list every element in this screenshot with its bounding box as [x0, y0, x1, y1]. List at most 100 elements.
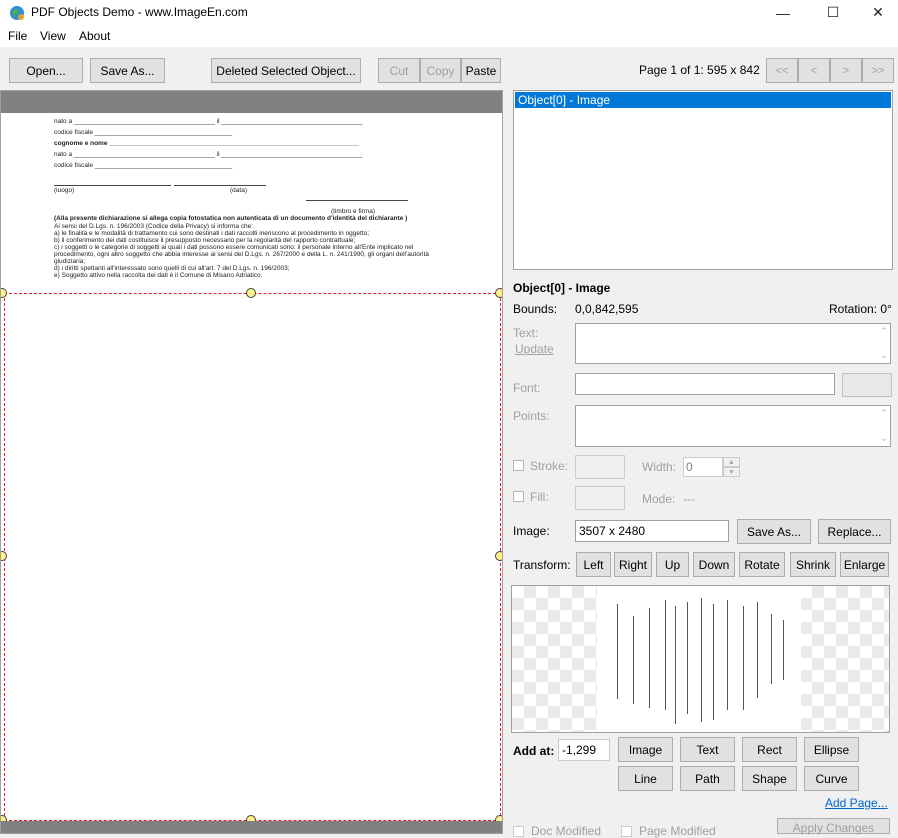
signature-line	[174, 185, 266, 186]
transform-enlarge-button[interactable]: Enlarge	[840, 552, 889, 577]
scroll-down-icon[interactable]: ⌄	[880, 433, 888, 444]
cut-button[interactable]: Cut	[378, 58, 420, 83]
transform-shrink-button[interactable]: Shrink	[790, 552, 836, 577]
add-text-button[interactable]: Text	[680, 737, 735, 762]
stroke-label: Stroke:	[530, 459, 569, 473]
transform-rotate-button[interactable]: Rotate	[739, 552, 785, 577]
width-spin-up[interactable]: ▲	[723, 457, 740, 467]
font-button[interactable]	[842, 373, 892, 397]
text-label: Text:	[513, 326, 539, 340]
bounds-value: 0,0,842,595	[575, 302, 639, 316]
rotation-value: Rotation: 0°	[829, 302, 892, 316]
doc-modified-checkbox[interactable]	[513, 826, 524, 837]
add-at-field[interactable]: -1,299	[558, 739, 610, 761]
page-info: Page 1 of 1: 595 x 842	[639, 63, 760, 77]
transform-right-button[interactable]: Right	[614, 552, 652, 577]
minimize-button[interactable]: —	[760, 0, 806, 25]
preview-text-line	[727, 600, 728, 710]
image-size-field[interactable]: 3507 x 2480	[575, 520, 729, 542]
doc-privacy: giudiziaria;	[54, 258, 86, 265]
next-page-button[interactable]: >	[830, 58, 862, 83]
add-ellipse-button[interactable]: Ellipse	[804, 737, 859, 762]
page-modified-checkbox[interactable]	[621, 826, 632, 837]
preview-text-line	[701, 598, 702, 722]
viewer-margin-bottom	[1, 821, 502, 833]
close-button[interactable]: ✕	[855, 0, 898, 25]
maximize-button[interactable]: ☐	[810, 0, 856, 25]
paste-button[interactable]: Paste	[461, 58, 501, 83]
doc-line: nato a _________________________________…	[54, 151, 363, 158]
doc-notice: (Alla presente dichiarazione si allega c…	[54, 215, 408, 222]
add-shape-button[interactable]: Shape	[742, 766, 797, 791]
doc-luogo: (luogo)	[54, 187, 75, 194]
delete-selected-button[interactable]: Deleted Selected Object...	[211, 58, 361, 83]
transform-left-button[interactable]: Left	[576, 552, 611, 577]
menu-view[interactable]: View	[40, 29, 66, 43]
preview-text-line	[771, 614, 772, 684]
first-page-button[interactable]: <<	[766, 58, 798, 83]
width-field[interactable]: 0	[683, 457, 723, 477]
signature-line	[54, 185, 171, 186]
text-field[interactable]: ⌃ ⌄	[575, 323, 891, 364]
image-label: Image:	[513, 524, 550, 538]
mode-value: ---	[683, 492, 695, 506]
apply-changes-button[interactable]: Apply Changes	[777, 818, 890, 835]
open-button[interactable]: Open...	[9, 58, 83, 83]
doc-data: (data)	[230, 187, 247, 194]
menu-bar	[0, 25, 898, 47]
transform-up-button[interactable]: Up	[656, 552, 689, 577]
width-label: Width:	[642, 460, 677, 474]
doc-line: nato a _________________________________…	[54, 118, 363, 125]
image-save-as-button[interactable]: Save As...	[737, 519, 811, 544]
copy-button[interactable]: Copy	[420, 58, 461, 83]
add-rect-button[interactable]: Rect	[742, 737, 797, 762]
window-title: PDF Objects Demo - www.ImageEn.com	[31, 5, 248, 19]
pdf-viewer[interactable]: nato a _________________________________…	[0, 90, 503, 834]
doc-privacy: procedimento, ogni altro soggetto che ab…	[54, 251, 429, 258]
menu-about[interactable]: About	[79, 29, 110, 43]
scroll-up-icon[interactable]: ⌃	[880, 326, 888, 337]
object-header: Object[0] - Image	[513, 281, 611, 295]
fill-checkbox[interactable]	[513, 491, 524, 502]
add-path-button[interactable]: Path	[680, 766, 735, 791]
font-field[interactable]	[575, 373, 835, 395]
points-label: Points:	[513, 409, 550, 423]
doc-timbro: (timbro e firma)	[331, 208, 376, 215]
add-curve-button[interactable]: Curve	[804, 766, 859, 791]
prev-page-button[interactable]: <	[798, 58, 830, 83]
signature-line	[306, 200, 408, 201]
transform-down-button[interactable]: Down	[693, 552, 735, 577]
resize-handle[interactable]	[495, 288, 502, 298]
doc-modified-label: Doc Modified	[531, 824, 602, 838]
fill-label: Fill:	[530, 490, 549, 504]
points-field[interactable]: ⌃ ⌄	[575, 405, 891, 447]
preview-text-line	[633, 616, 634, 704]
image-replace-button[interactable]: Replace...	[818, 519, 891, 544]
stroke-color-button[interactable]	[575, 455, 625, 479]
object-list-item[interactable]: Object[0] - Image	[515, 92, 891, 108]
fill-color-button[interactable]	[575, 486, 625, 510]
scroll-up-icon[interactable]: ⌃	[880, 408, 888, 419]
last-page-button[interactable]: >>	[862, 58, 894, 83]
transform-label: Transform:	[513, 558, 571, 572]
doc-line: codice fiscale _________________________…	[54, 162, 233, 169]
add-image-button[interactable]: Image	[618, 737, 673, 762]
add-page-link[interactable]: Add Page...	[825, 796, 888, 810]
save-as-button[interactable]: Save As...	[90, 58, 165, 83]
preview-thumbnail	[597, 586, 801, 732]
mode-label: Mode:	[642, 492, 676, 506]
doc-line: cognome e nome _________________________…	[54, 140, 359, 147]
update-link[interactable]: Update	[515, 342, 554, 356]
stroke-checkbox[interactable]	[513, 460, 524, 471]
scroll-down-icon[interactable]: ⌄	[880, 350, 888, 361]
bounds-label: Bounds:	[513, 302, 558, 316]
image-preview	[511, 585, 890, 733]
doc-privacy: a) le finalità e le modalità di trattame…	[54, 230, 370, 237]
object-selection-frame[interactable]	[4, 293, 501, 821]
resize-handle[interactable]	[495, 551, 502, 561]
width-spin-down[interactable]: ▼	[723, 467, 740, 477]
menu-file[interactable]: File	[8, 29, 27, 43]
object-list[interactable]: Object[0] - Image	[513, 90, 893, 270]
add-line-button[interactable]: Line	[618, 766, 673, 791]
resize-handle[interactable]	[246, 288, 256, 298]
